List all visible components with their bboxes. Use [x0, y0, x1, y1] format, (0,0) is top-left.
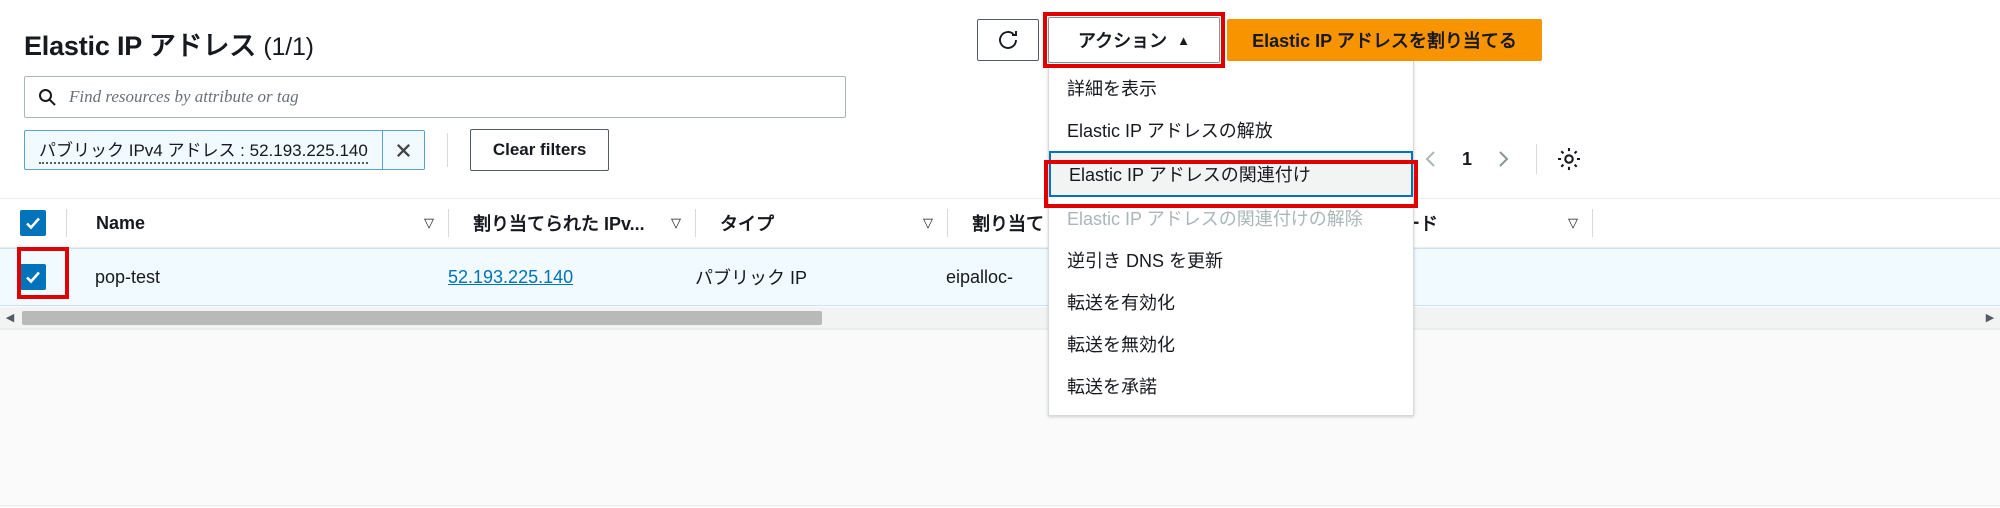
row-checkbox[interactable] — [20, 264, 46, 290]
gear-icon — [1558, 148, 1580, 170]
chevron-right-icon — [1499, 151, 1509, 167]
filter-token-label: パブリック IPv4 アドレス : 52.193.225.140 — [25, 131, 382, 169]
menu-item-associate-elastic-ip[interactable]: Elastic IP アドレスの関連付け — [1049, 151, 1413, 197]
row-select-cell[interactable] — [0, 264, 66, 290]
select-all-cell[interactable] — [0, 210, 66, 236]
column-header-allocated-ipv4[interactable]: 割り当てられた IPv... ▽ — [449, 198, 695, 248]
actions-button-wrap: アクション ▲ — [1043, 12, 1225, 68]
pagination-divider — [1536, 144, 1537, 174]
filter-divider — [446, 133, 448, 167]
clear-filters-button[interactable]: Clear filters — [469, 129, 610, 171]
actions-button-label: アクション — [1078, 31, 1168, 51]
filter-token[interactable]: パブリック IPv4 アドレス : 52.193.225.140 — [24, 130, 425, 170]
page-title-text: Elastic IP アドレス — [24, 31, 257, 61]
menu-item-accept-transfer[interactable]: 転送を承諾 — [1049, 365, 1413, 407]
bottom-divider — [0, 505, 2000, 506]
table-preferences-button[interactable] — [1549, 139, 1589, 179]
page-title-count: (1/1) — [263, 33, 314, 61]
menu-item-update-reverse-dns[interactable]: 逆引き DNS を更新 — [1049, 239, 1413, 281]
menu-item-disassociate-elastic-ip: Elastic IP アドレスの関連付けの解除 — [1067, 209, 1363, 229]
elastic-ip-console-page: Elastic IP アドレス (1/1) Find resources by … — [0, 0, 2000, 508]
filter-row: パブリック IPv4 アドレス : 52.193.225.140 Clear f… — [24, 128, 610, 172]
search-input[interactable]: Find resources by attribute or tag — [24, 76, 846, 118]
menu-item-view-details[interactable]: 詳細を表示 — [1049, 67, 1413, 109]
cell-name: pop-test — [95, 266, 161, 287]
scrollbar-track[interactable] — [20, 307, 1980, 329]
table-header-row: Name ▽ 割り当てられた IPv... ▽ タイプ ▽ 割り当て ード ▽ — [0, 198, 2000, 248]
scroll-right-arrow-icon[interactable]: ▶ — [1980, 311, 2000, 324]
column-header-name[interactable]: Name ▽ — [67, 198, 448, 248]
scrollbar-thumb[interactable] — [22, 310, 822, 325]
menu-item-disable-transfer[interactable]: 転送を無効化 — [1049, 323, 1413, 365]
menu-item-release-elastic-ip[interactable]: Elastic IP アドレスの解放 — [1049, 109, 1413, 151]
cell-allocated-ipv4: 52.193.225.140 — [448, 267, 695, 288]
table-row[interactable]: pop-test 52.193.225.140 パブリック IP eipallo… — [0, 248, 2000, 306]
menu-item-enable-transfer[interactable]: 転送を有効化 — [1049, 281, 1413, 323]
ipv4-link[interactable]: 52.193.225.140 — [448, 267, 573, 287]
header-divider — [1592, 209, 1593, 237]
table-footer-area — [0, 329, 2000, 508]
sort-icon[interactable]: ▽ — [923, 215, 947, 231]
table-horizontal-scrollbar[interactable]: ◀ ▶ — [0, 307, 2000, 329]
refresh-button[interactable] — [977, 19, 1039, 61]
pagination-prev-button[interactable] — [1410, 138, 1452, 180]
pagination-current-page[interactable]: 1 — [1452, 149, 1482, 170]
chevron-left-icon — [1425, 151, 1435, 167]
filter-token-dismiss-button[interactable] — [381, 131, 424, 169]
scroll-left-arrow-icon[interactable]: ◀ — [0, 311, 20, 324]
column-header-type[interactable]: タイプ ▽ — [696, 198, 947, 248]
check-icon — [26, 217, 40, 230]
actions-button[interactable]: アクション ▲ — [1048, 17, 1220, 63]
column-header-node[interactable]: ード ▽ — [1402, 198, 1592, 248]
sort-icon[interactable]: ▽ — [424, 215, 448, 231]
close-icon — [396, 143, 410, 157]
sort-icon[interactable]: ▽ — [1568, 215, 1592, 231]
page-title: Elastic IP アドレス (1/1) — [24, 24, 314, 63]
pagination-next-button[interactable] — [1482, 138, 1524, 180]
check-icon — [26, 271, 40, 284]
select-all-checkbox[interactable] — [20, 210, 46, 236]
resource-table: Name ▽ 割り当てられた IPv... ▽ タイプ ▽ 割り当て ード ▽ — [0, 198, 2000, 306]
allocate-elastic-ip-button[interactable]: Elastic IP アドレスを割り当てる — [1227, 19, 1542, 61]
caret-up-icon: ▲ — [1177, 32, 1190, 48]
cell-type: パブリック IP — [695, 268, 808, 288]
search-placeholder: Find resources by attribute or tag — [69, 87, 299, 106]
refresh-icon — [999, 31, 1017, 49]
actions-dropdown-menu[interactable]: 詳細を表示 Elastic IP アドレスの解放 Elastic IP アドレス… — [1048, 61, 1414, 416]
sort-icon[interactable]: ▽ — [671, 215, 695, 231]
pagination: 1 — [1410, 138, 1589, 180]
search-icon — [37, 87, 57, 107]
